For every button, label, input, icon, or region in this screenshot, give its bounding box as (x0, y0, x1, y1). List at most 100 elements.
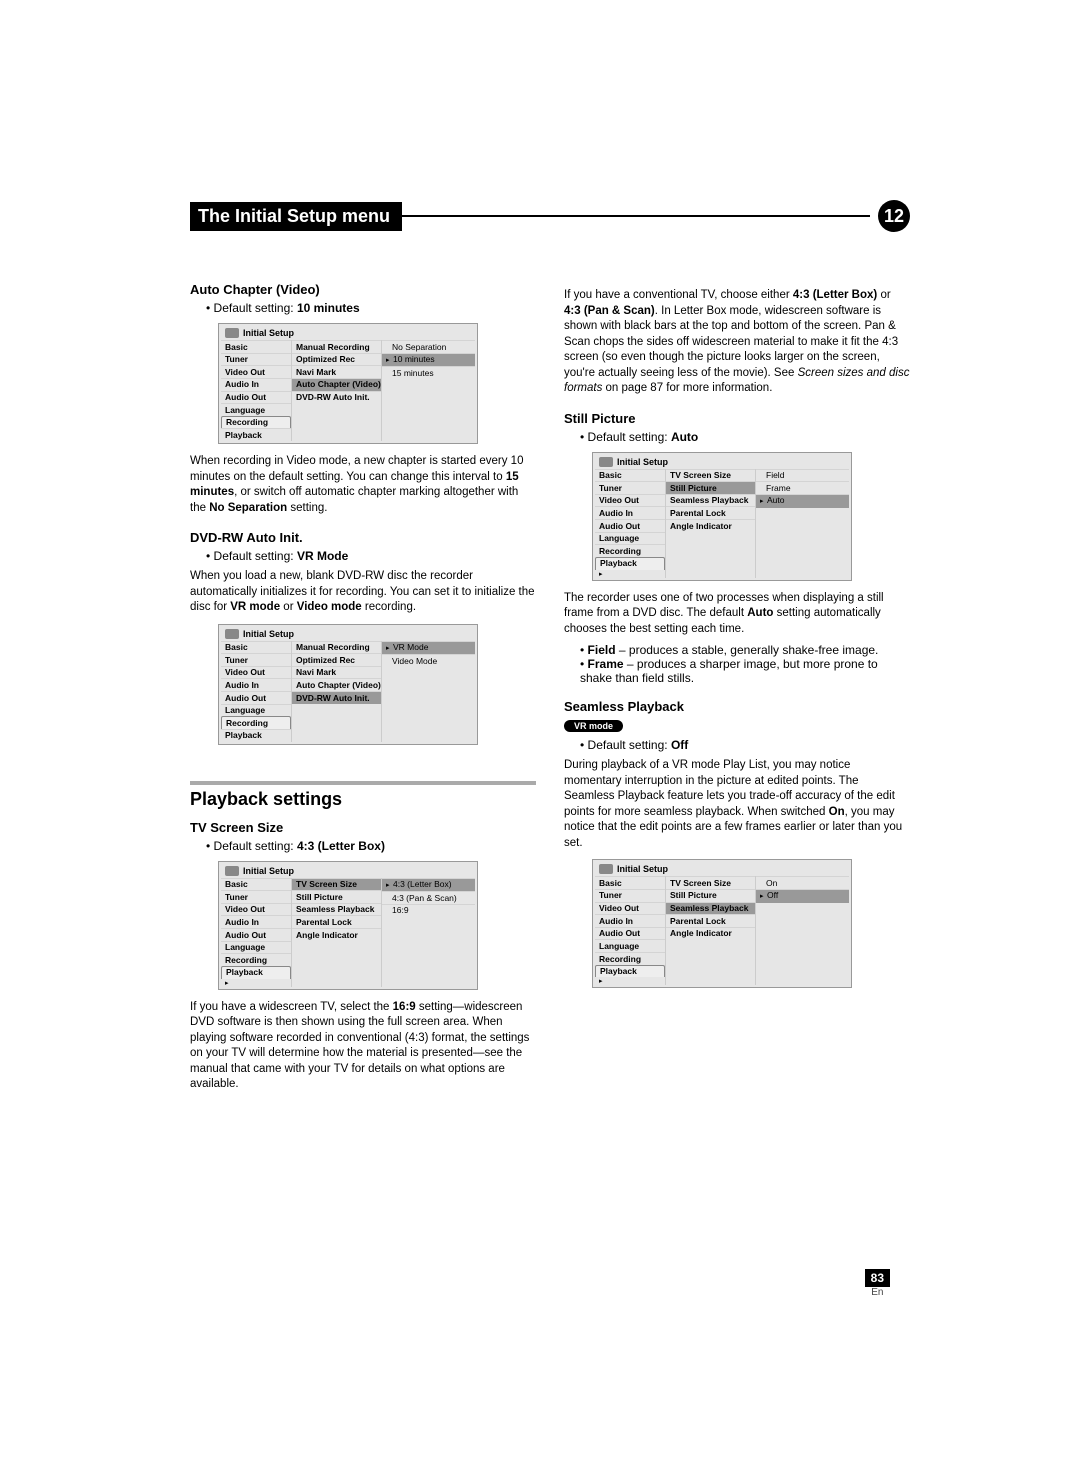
osd-title: Initial Setup (595, 862, 849, 876)
heading-auto-chapter: Auto Chapter (Video) (190, 282, 536, 297)
osd-setting-item: Seamless Playback (292, 903, 381, 916)
osd-category-item: Playback (221, 729, 291, 742)
osd-category-item: Audio Out (595, 927, 665, 940)
osd-category-item: Basic (595, 469, 665, 482)
osd-option-item: Field (756, 469, 849, 482)
osd-option-item: Auto (756, 494, 849, 508)
osd-setting-item: Manual Recording (292, 641, 381, 654)
body-text: If you have a conventional TV, choose ei… (564, 288, 910, 397)
osd-category-item: Basic (221, 641, 291, 654)
chevron-right-icon: ▸ (595, 977, 665, 985)
osd-setting-item: TV Screen Size (666, 876, 755, 889)
osd-category-item: Language (595, 939, 665, 952)
osd-category-item: Tuner (221, 653, 291, 666)
osd-options: VR ModeVideo Mode (381, 641, 475, 742)
list-item: Frame – produces a sharper image, but mo… (580, 657, 910, 685)
osd-still: Initial Setup BasicTunerVideo OutAudio I… (592, 452, 852, 581)
list-item: Field – produces a stable, generally sha… (580, 643, 910, 657)
osd-categories: BasicTunerVideo OutAudio InAudio OutLang… (221, 340, 291, 441)
osd-option-item: VR Mode (382, 641, 475, 655)
osd-categories: BasicTunerVideo OutAudio InAudio OutLang… (221, 878, 291, 987)
osd-option-item: 16:9 (382, 904, 475, 917)
body-text: When recording in Video mode, a new chap… (190, 454, 536, 516)
osd-category-item: Audio Out (221, 691, 291, 704)
osd-setting-item: Angle Indicator (666, 927, 755, 940)
default-setting: Default setting: Off (580, 738, 910, 752)
osd-settings: TV Screen SizeStill PictureSeamless Play… (665, 876, 755, 985)
body-text: If you have a widescreen TV, select the … (190, 1000, 536, 1093)
osd-setting-item: Auto Chapter (Video) (292, 678, 381, 691)
osd-option-item: On (756, 876, 849, 889)
osd-option-item: 4:3 (Pan & Scan) (382, 891, 475, 904)
osd-category-item: Recording (595, 952, 665, 965)
osd-options: No Separation10 minutes15 minutes (381, 340, 475, 441)
osd-categories: BasicTunerVideo OutAudio InAudio OutLang… (595, 876, 665, 985)
osd-option-item: 15 minutes (382, 366, 475, 379)
osd-category-item: Video Out (221, 666, 291, 679)
osd-title: Initial Setup (221, 326, 475, 340)
osd-auto-chapter: Initial Setup BasicTunerVideo OutAudio I… (218, 323, 478, 444)
default-setting: Default setting: 10 minutes (206, 301, 536, 315)
osd-dvdrw: Initial Setup BasicTunerVideo OutAudio I… (218, 624, 478, 745)
body-text: During playback of a VR mode Play List, … (564, 758, 910, 851)
osd-category-item: Playback (221, 428, 291, 441)
default-setting: Default setting: 4:3 (Letter Box) (206, 839, 536, 853)
osd-settings: TV Screen SizeStill PictureSeamless Play… (665, 469, 755, 578)
osd-category-item: Recording (221, 716, 291, 729)
heading-dvdrw: DVD-RW Auto Init. (190, 530, 536, 545)
osd-setting-item: Parental Lock (292, 915, 381, 928)
vr-mode-pill: VR mode (564, 720, 623, 732)
osd-setting-item: Still Picture (666, 481, 755, 494)
osd-category-item: Recording (595, 544, 665, 557)
page-header: The Initial Setup menu 12 (190, 200, 910, 232)
osd-category-item: Tuner (221, 890, 291, 903)
osd-setting-item: Parental Lock (666, 506, 755, 519)
osd-setting-item: Navi Mark (292, 365, 381, 378)
heading-playback-settings: Playback settings (190, 781, 536, 810)
heading-tvsize: TV Screen Size (190, 820, 536, 835)
osd-category-item: Video Out (221, 903, 291, 916)
osd-setting-item: TV Screen Size (666, 469, 755, 482)
left-column: Auto Chapter (Video) Default setting: 10… (190, 282, 536, 1099)
osd-category-item: Playback (221, 966, 291, 979)
osd-setting-item: Optimized Rec (292, 353, 381, 366)
osd-category-item: Basic (221, 340, 291, 353)
osd-category-item: Audio Out (221, 391, 291, 404)
osd-settings: TV Screen SizeStill PictureSeamless Play… (291, 878, 381, 987)
osd-category-item: Playback (595, 557, 665, 570)
osd-category-item: Language (595, 532, 665, 545)
osd-title: Initial Setup (221, 864, 475, 878)
osd-setting-item: Seamless Playback (666, 494, 755, 507)
osd-setting-item: Parental Lock (666, 914, 755, 927)
osd-setting-item: Angle Indicator (666, 519, 755, 532)
osd-setting-item: Angle Indicator (292, 928, 381, 941)
osd-setting-item: Seamless Playback (666, 902, 755, 915)
osd-setting-item: TV Screen Size (292, 878, 381, 891)
osd-categories: BasicTunerVideo OutAudio InAudio OutLang… (595, 469, 665, 578)
osd-category-item: Video Out (595, 902, 665, 915)
osd-setting-item: Auto Chapter (Video) (292, 378, 381, 391)
default-setting: Default setting: VR Mode (206, 549, 536, 563)
osd-category-item: Tuner (595, 889, 665, 902)
heading-still: Still Picture (564, 411, 910, 426)
osd-setting-item: DVD-RW Auto Init. (292, 391, 381, 404)
osd-category-item: Tuner (595, 481, 665, 494)
osd-category-item: Audio In (595, 914, 665, 927)
osd-category-item: Recording (221, 416, 291, 429)
osd-seamless: Initial Setup BasicTunerVideo OutAudio I… (592, 859, 852, 988)
body-text: When you load a new, blank DVD-RW disc t… (190, 569, 536, 616)
osd-setting-item: Still Picture (292, 890, 381, 903)
heading-seamless: Seamless Playback (564, 699, 910, 714)
osd-option-item: No Separation (382, 340, 475, 353)
osd-settings: Manual RecordingOptimized RecNavi MarkAu… (291, 641, 381, 742)
osd-category-item: Video Out (221, 365, 291, 378)
osd-options: FieldFrameAuto (755, 469, 849, 578)
osd-option-item: 4:3 (Letter Box) (382, 878, 475, 892)
osd-category-item: Recording (221, 953, 291, 966)
osd-categories: BasicTunerVideo OutAudio InAudio OutLang… (221, 641, 291, 742)
osd-option-item: Video Mode (382, 654, 475, 667)
osd-category-item: Audio Out (221, 928, 291, 941)
chapter-badge: 12 (878, 200, 910, 232)
osd-settings: Manual RecordingOptimized RecNavi MarkAu… (291, 340, 381, 441)
chevron-right-icon: ▸ (221, 979, 291, 987)
